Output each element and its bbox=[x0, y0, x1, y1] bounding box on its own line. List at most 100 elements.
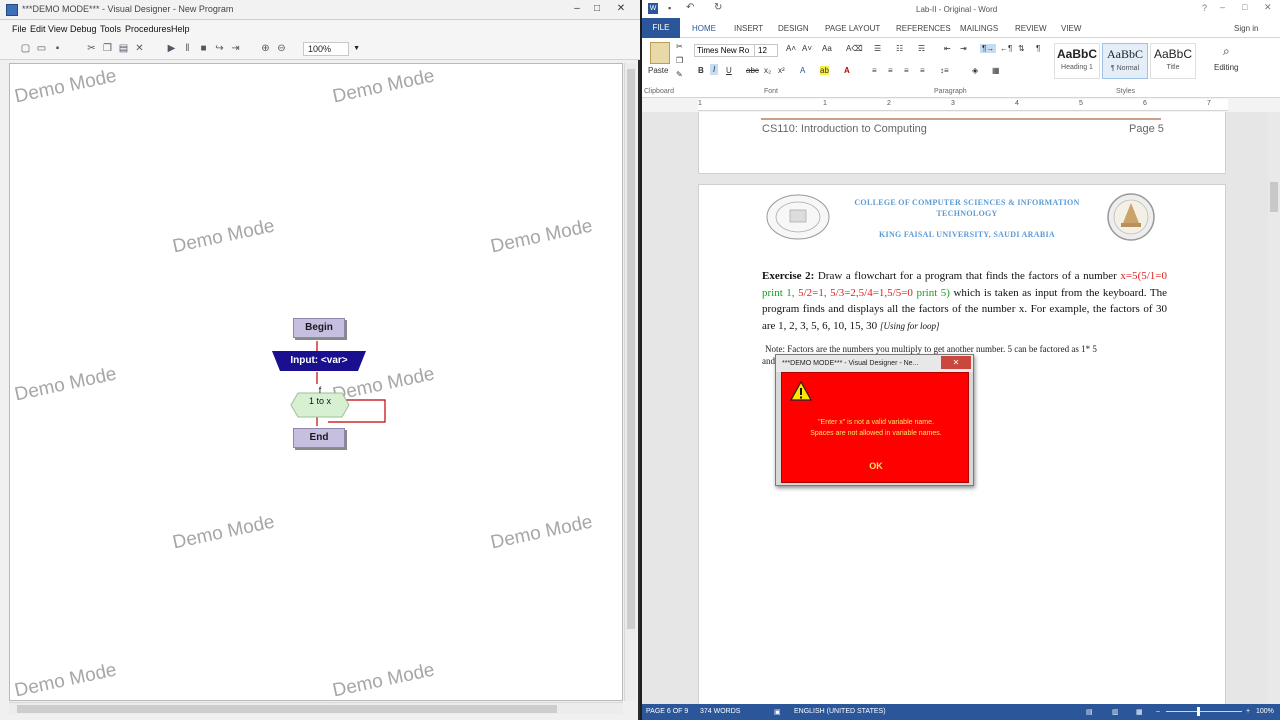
status-words[interactable]: 374 WORDS bbox=[700, 708, 740, 715]
minimize-button[interactable]: – bbox=[568, 2, 586, 16]
tab-mailings[interactable]: MAILINGS bbox=[960, 24, 998, 33]
tab-insert[interactable]: INSERT bbox=[734, 24, 763, 33]
flow-end[interactable]: End bbox=[293, 428, 345, 448]
style-title[interactable]: AaBbC Title bbox=[1150, 43, 1196, 79]
zoom-slider-thumb[interactable] bbox=[1197, 707, 1200, 716]
web-layout-icon[interactable]: ▦ bbox=[1136, 708, 1143, 716]
binoculars-icon[interactable]: ⌕ bbox=[1223, 44, 1230, 59]
style-heading-1[interactable]: AaBbC Heading 1 bbox=[1054, 43, 1100, 79]
print-layout-icon[interactable]: ▥ bbox=[1112, 708, 1119, 716]
close-button[interactable]: ✕ bbox=[1264, 2, 1272, 13]
grow-font-icon[interactable]: A˄ bbox=[786, 44, 796, 53]
save-icon[interactable]: ▪ bbox=[668, 3, 671, 13]
borders-icon[interactable]: ▦ bbox=[992, 66, 1000, 75]
tab-view[interactable]: VIEW bbox=[1061, 24, 1081, 33]
highlight-icon[interactable]: ab bbox=[820, 66, 829, 75]
multilevel-list-icon[interactable]: ☴ bbox=[918, 44, 925, 53]
shading-icon[interactable]: ◈ bbox=[972, 66, 978, 75]
vertical-scrollbar[interactable] bbox=[624, 63, 636, 701]
copy-icon[interactable]: ❐ bbox=[102, 43, 113, 54]
menu-help[interactable]: Help bbox=[171, 24, 190, 34]
increase-indent-icon[interactable]: ⇥ bbox=[960, 44, 967, 53]
bullets-icon[interactable]: ☰ bbox=[874, 44, 881, 53]
font-color-icon[interactable]: A bbox=[844, 66, 850, 75]
subscript-icon[interactable]: x₂ bbox=[764, 66, 771, 75]
zoom-in-icon[interactable]: ⊕ bbox=[260, 43, 271, 54]
numbering-icon[interactable]: ☷ bbox=[896, 44, 903, 53]
open-folder-icon[interactable]: ▭ bbox=[36, 43, 47, 54]
sign-in-link[interactable]: Sign in bbox=[1234, 24, 1258, 33]
italic-icon[interactable]: I bbox=[710, 64, 719, 75]
read-mode-icon[interactable]: ▤ bbox=[1086, 708, 1093, 716]
menu-debug[interactable]: Debug bbox=[70, 24, 97, 34]
dialog-close-button[interactable]: ✕ bbox=[941, 356, 971, 369]
shrink-font-icon[interactable]: A˅ bbox=[802, 44, 812, 53]
text-effects-icon[interactable]: A bbox=[800, 66, 805, 75]
menu-tools[interactable]: Tools bbox=[100, 24, 121, 34]
editing-button[interactable]: Editing bbox=[1214, 63, 1238, 72]
zoom-out-icon[interactable]: ⊖ bbox=[276, 43, 287, 54]
cut-icon[interactable]: ✂ bbox=[86, 43, 97, 54]
step-over-icon[interactable]: ⇥ bbox=[230, 43, 241, 54]
paste-icon[interactable]: ▤ bbox=[118, 43, 129, 54]
run-icon[interactable]: ▶ bbox=[166, 43, 177, 54]
stop-icon[interactable]: ■ bbox=[198, 43, 209, 54]
format-painter-icon[interactable]: ✎ bbox=[676, 70, 683, 79]
status-zoom[interactable]: 100% bbox=[1256, 708, 1274, 715]
underline-icon[interactable]: U bbox=[726, 66, 732, 75]
menu-view[interactable]: View bbox=[48, 24, 67, 34]
cut-icon[interactable]: ✂ bbox=[676, 42, 683, 51]
horizontal-scrollbar[interactable] bbox=[9, 702, 623, 714]
superscript-icon[interactable]: x² bbox=[778, 66, 785, 75]
tab-references[interactable]: REFERENCES bbox=[896, 24, 951, 33]
decrease-indent-icon[interactable]: ⇤ bbox=[944, 44, 951, 53]
zoom-select[interactable]: 100% ▼ bbox=[303, 42, 360, 56]
maximize-button[interactable]: □ bbox=[1242, 2, 1247, 12]
flow-loop[interactable]: f 1 to x bbox=[291, 385, 349, 407]
strikethrough-icon[interactable]: abc bbox=[746, 66, 759, 75]
save-icon[interactable]: ▪ bbox=[52, 43, 63, 54]
tab-file[interactable]: FILE bbox=[642, 18, 680, 38]
sort-icon[interactable]: ⇅ bbox=[1018, 44, 1025, 53]
align-right-icon[interactable]: ≡ bbox=[904, 66, 909, 75]
pause-icon[interactable]: ‖ bbox=[182, 43, 193, 54]
paste-button[interactable]: Paste bbox=[648, 66, 668, 75]
scroll-thumb[interactable] bbox=[1270, 182, 1278, 212]
close-button[interactable]: ✕ bbox=[612, 2, 630, 16]
menu-file[interactable]: File bbox=[12, 24, 27, 34]
font-size-select[interactable]: 12 bbox=[754, 44, 778, 57]
zoom-in-icon[interactable]: + bbox=[1246, 708, 1250, 715]
show-marks-icon[interactable]: ¶ bbox=[1036, 44, 1040, 53]
undo-icon[interactable]: ↶ bbox=[686, 2, 694, 13]
menu-edit[interactable]: Edit bbox=[30, 24, 46, 34]
bold-icon[interactable]: B bbox=[698, 66, 704, 75]
proofing-icon[interactable]: ▣ bbox=[774, 708, 781, 716]
minimize-button[interactable]: – bbox=[1220, 2, 1225, 12]
paste-icon[interactable] bbox=[650, 42, 670, 64]
redo-icon[interactable]: ↻ bbox=[714, 2, 722, 13]
tab-home[interactable]: HOME bbox=[692, 24, 716, 33]
menu-procedures[interactable]: Procedures bbox=[125, 24, 171, 34]
ok-button[interactable]: OK bbox=[862, 460, 890, 473]
tab-review[interactable]: REVIEW bbox=[1015, 24, 1047, 33]
ruler[interactable]: 1 1 2 3 4 5 6 7 bbox=[698, 99, 1228, 111]
zoom-slider[interactable] bbox=[1166, 711, 1242, 712]
change-case-icon[interactable]: Aa bbox=[822, 44, 832, 53]
maximize-button[interactable]: □ bbox=[588, 2, 606, 16]
step-icon[interactable]: ↪ bbox=[214, 43, 225, 54]
tab-design[interactable]: DESIGN bbox=[778, 24, 809, 33]
status-page[interactable]: PAGE 6 OF 9 bbox=[646, 708, 688, 715]
scroll-thumb[interactable] bbox=[17, 705, 557, 713]
tab-page-layout[interactable]: PAGE LAYOUT bbox=[825, 24, 880, 33]
delete-icon[interactable]: ✕ bbox=[134, 43, 145, 54]
ltr-icon[interactable]: ¶→ bbox=[980, 44, 997, 53]
clear-format-icon[interactable]: A⌫ bbox=[846, 44, 863, 53]
rtl-icon[interactable]: ←¶ bbox=[1000, 44, 1012, 53]
flowchart-canvas[interactable]: Demo Mode Demo Mode Demo Mode Demo Mode … bbox=[9, 63, 623, 701]
status-language[interactable]: ENGLISH (UNITED STATES) bbox=[794, 708, 886, 715]
align-left-icon[interactable]: ≡ bbox=[872, 66, 877, 75]
zoom-out-icon[interactable]: – bbox=[1156, 708, 1160, 715]
copy-icon[interactable]: ❐ bbox=[676, 56, 683, 65]
document-scrollbar[interactable] bbox=[1268, 112, 1280, 704]
scroll-thumb[interactable] bbox=[627, 69, 635, 629]
